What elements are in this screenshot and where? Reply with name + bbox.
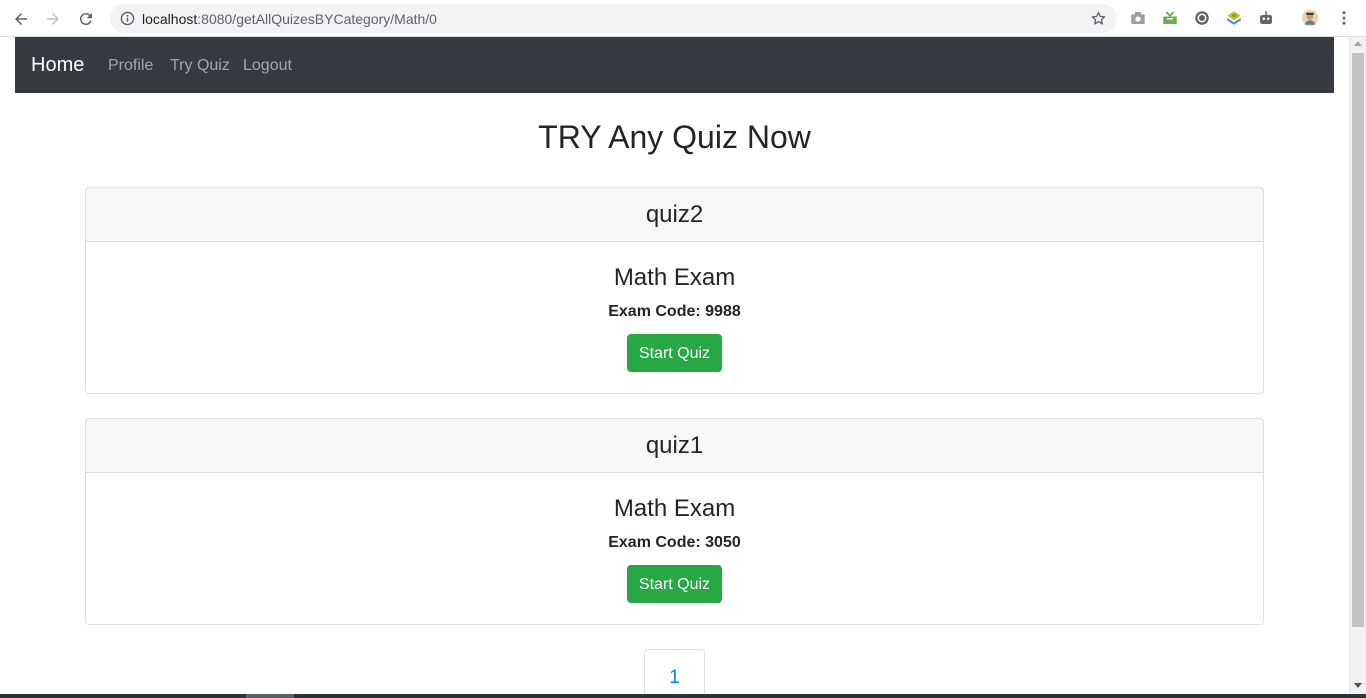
address-bar[interactable]: localhost:8080/getAllQuizesBYCategory/Ma… <box>110 4 1117 33</box>
browser-toolbar: localhost:8080/getAllQuizesBYCategory/Ma… <box>0 0 1366 37</box>
exam-code: Exam Code: 3050 <box>608 534 741 551</box>
taskbar-strip <box>0 694 1366 698</box>
url-path: :8080/getAllQuizesBYCategory/Math/0 <box>197 11 437 27</box>
bookmark-star-icon[interactable] <box>1090 10 1107 27</box>
inbox-extension-icon[interactable] <box>1161 9 1179 27</box>
quiz-card-body: Math Exam Exam Code: 9988 Start Quiz <box>86 242 1263 372</box>
url-text: localhost:8080/getAllQuizesBYCategory/Ma… <box>142 11 437 27</box>
info-icon[interactable] <box>120 11 135 26</box>
page-content: Home Profile Try Quiz Logout TRY Any Qui… <box>0 37 1349 694</box>
quiz-title: Math Exam <box>613 495 736 522</box>
back-icon[interactable] <box>9 7 33 31</box>
camera-extension-icon[interactable] <box>1129 9 1147 27</box>
url-host: localhost <box>142 11 198 27</box>
page-title: TRY Any Quiz Now <box>538 119 811 155</box>
reload-icon[interactable] <box>74 7 98 31</box>
profile-avatar[interactable] <box>1301 9 1319 27</box>
vertical-scrollbar[interactable] <box>1349 37 1366 694</box>
quiz-name: quiz2 <box>86 188 1263 242</box>
pagination-page-1[interactable]: 1 <box>644 649 705 694</box>
quiz-card-body: Math Exam Exam Code: 3050 Start Quiz <box>86 473 1263 603</box>
quiz-name: quiz1 <box>86 419 1263 473</box>
nav-link-profile[interactable]: Profile <box>108 57 153 75</box>
forward-icon[interactable] <box>41 7 65 31</box>
scroll-up-arrow-icon[interactable] <box>1354 41 1362 46</box>
start-quiz-button[interactable]: Start Quiz <box>627 565 722 603</box>
scroll-down-arrow-icon[interactable] <box>1354 683 1362 688</box>
scrollbar-thumb[interactable] <box>1352 53 1364 627</box>
robot-extension-icon[interactable] <box>1257 9 1275 27</box>
quiz-title: Math Exam <box>613 264 736 291</box>
taskbar-segment <box>246 694 294 698</box>
more-menu-icon[interactable] <box>1335 9 1353 27</box>
colorful-extension-icon[interactable] <box>1225 9 1243 27</box>
nav-link-try-quiz[interactable]: Try Quiz <box>170 57 230 75</box>
globe-extension-icon[interactable] <box>1193 9 1211 27</box>
quiz-card: quiz2 Math Exam Exam Code: 9988 Start Qu… <box>85 187 1264 394</box>
start-quiz-button[interactable]: Start Quiz <box>627 334 722 372</box>
navbar-brand-home[interactable]: Home <box>31 54 84 77</box>
top-navbar: Home Profile Try Quiz Logout <box>15 37 1334 93</box>
quiz-card: quiz1 Math Exam Exam Code: 3050 Start Qu… <box>85 418 1264 625</box>
exam-code: Exam Code: 9988 <box>608 303 741 320</box>
nav-link-logout[interactable]: Logout <box>243 57 292 75</box>
